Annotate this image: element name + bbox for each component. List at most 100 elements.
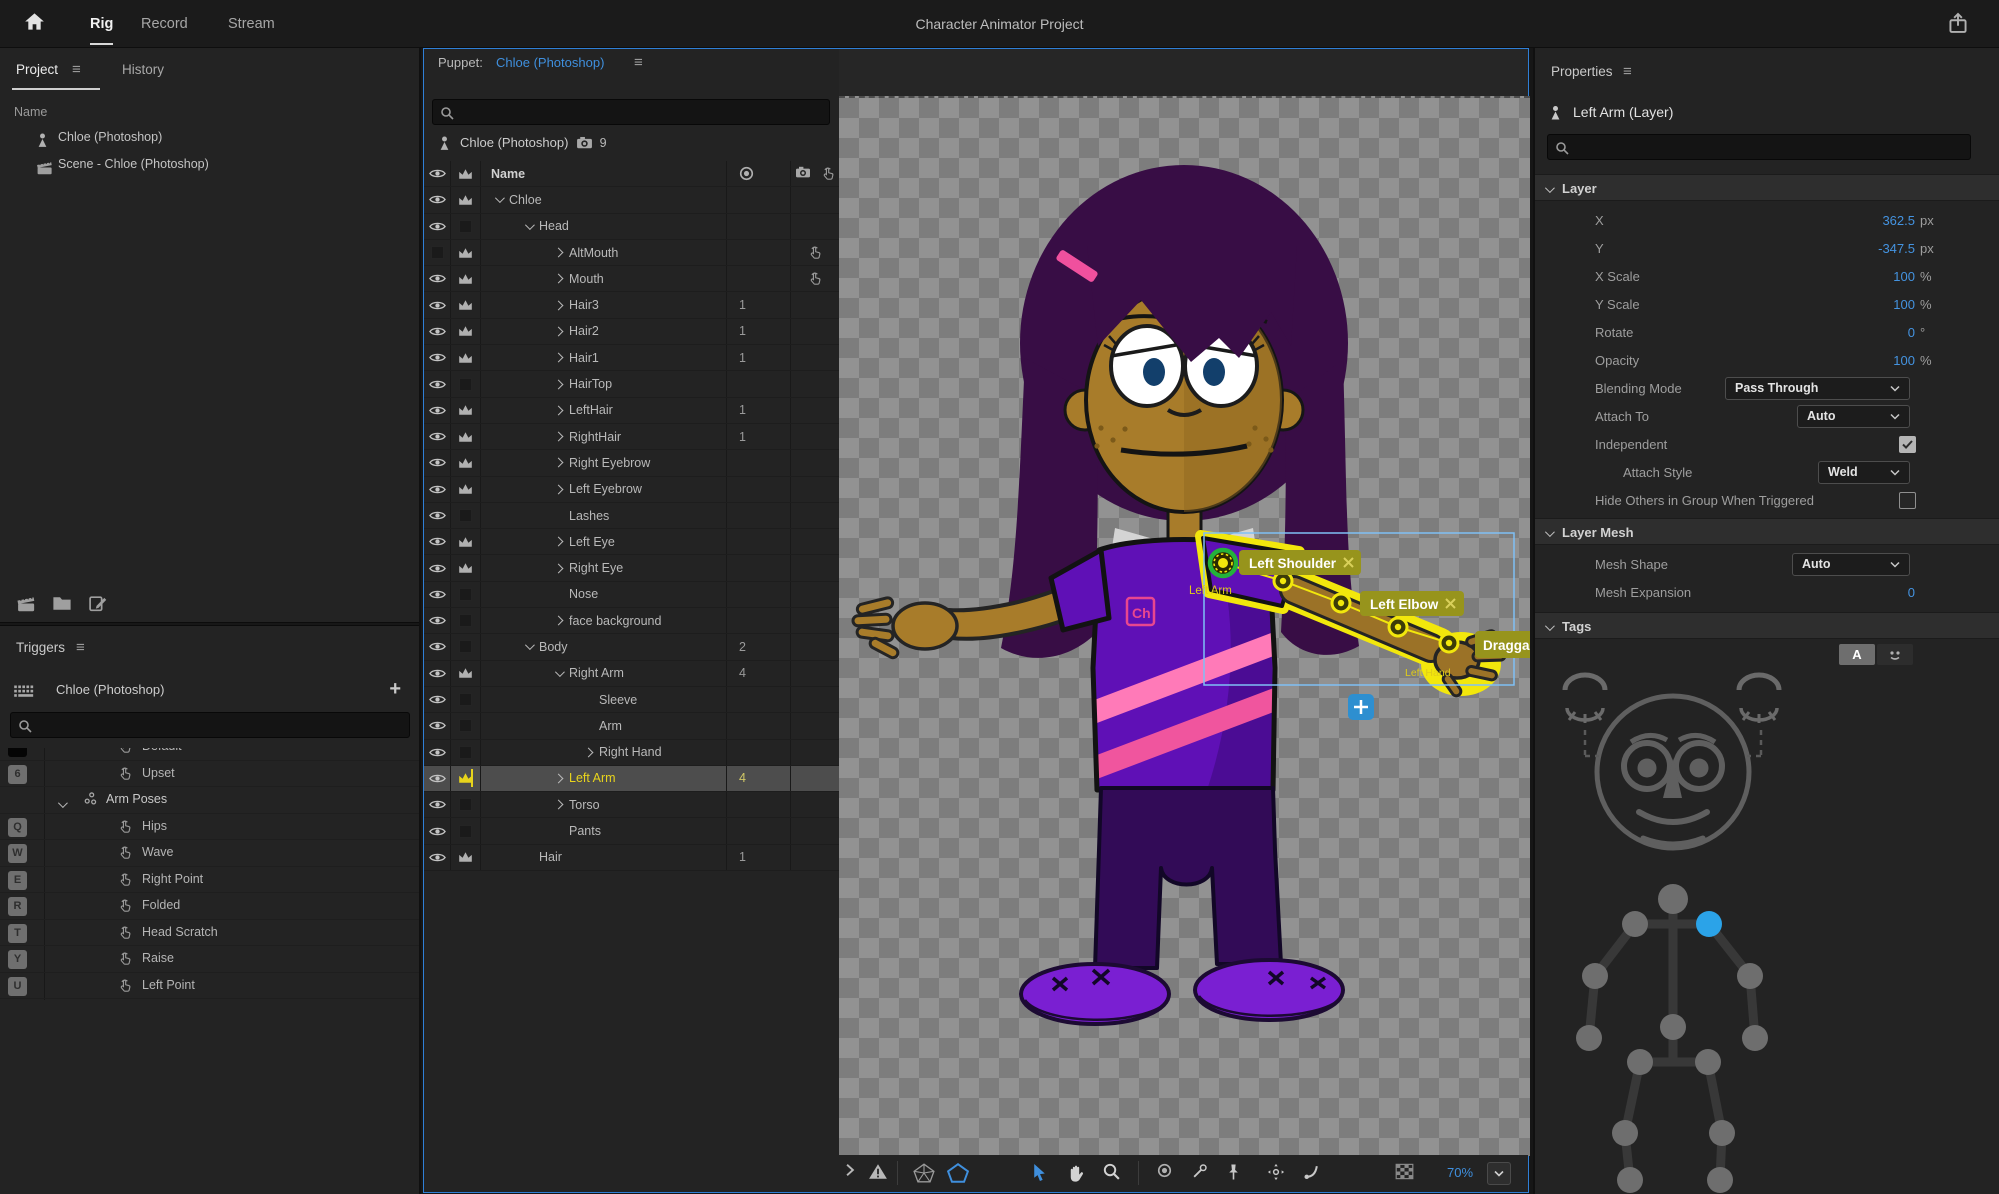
crown-icon[interactable] xyxy=(451,318,481,345)
eye-icon[interactable] xyxy=(424,686,451,713)
mesh-icon[interactable] xyxy=(913,1163,935,1186)
chevron-right-icon[interactable] xyxy=(553,799,564,810)
chevron-right-icon[interactable] xyxy=(553,247,564,258)
project-panel-menu-icon[interactable]: ≡ xyxy=(72,61,81,78)
property-value[interactable]: 100 xyxy=(1893,269,1915,284)
eye-column-icon[interactable] xyxy=(424,161,451,187)
trigger-key-badge[interactable]: Q xyxy=(8,817,27,837)
puppet-root-row[interactable]: Chloe (Photoshop) 9 xyxy=(424,129,839,159)
zoom-level[interactable]: 70% xyxy=(1447,1165,1473,1180)
trigger-key-badge[interactable]: Y xyxy=(8,950,27,969)
eye-icon[interactable] xyxy=(424,792,451,818)
crown-icon[interactable] xyxy=(451,450,481,476)
chevron-right-icon[interactable] xyxy=(553,352,564,363)
chevron-right-icon[interactable] xyxy=(553,379,564,389)
eye-icon[interactable] xyxy=(424,765,451,792)
eye-icon[interactable] xyxy=(424,371,451,397)
crown-icon[interactable] xyxy=(451,765,481,792)
no-crown-box[interactable] xyxy=(451,634,481,660)
tree-row[interactable]: Sleeve xyxy=(424,686,839,714)
trigger-row[interactable]: E Right Point xyxy=(0,867,419,893)
tree-row[interactable]: HairTop xyxy=(424,371,839,398)
no-crown-box[interactable] xyxy=(451,713,481,739)
crown-icon[interactable] xyxy=(451,239,481,266)
trigger-key-badge[interactable]: W xyxy=(8,844,27,863)
eye-icon[interactable] xyxy=(424,660,451,686)
section-layer-mesh[interactable]: Layer Mesh xyxy=(1535,518,1999,545)
no-crown-box[interactable] xyxy=(451,581,481,608)
add-handle-button[interactable] xyxy=(1348,694,1374,720)
chevron-down-icon[interactable] xyxy=(524,219,535,230)
tag-left-shoulder[interactable]: Left Shoulder xyxy=(1239,550,1361,575)
tree-row[interactable]: Left Eyebrow xyxy=(424,476,839,503)
property-checkbox[interactable] xyxy=(1899,491,1916,509)
handle-tool-icon[interactable] xyxy=(1303,1163,1320,1183)
trigger-row[interactable]: R Folded xyxy=(0,893,419,920)
outline-icon[interactable] xyxy=(946,1162,970,1186)
keyboard-icon[interactable] xyxy=(13,684,37,702)
add-trigger-button[interactable]: + xyxy=(389,678,401,701)
tag-left-elbow[interactable]: Left Elbow xyxy=(1360,591,1464,616)
new-folder-icon[interactable] xyxy=(52,595,72,614)
crown-icon[interactable] xyxy=(451,397,481,423)
eye-icon[interactable] xyxy=(424,634,451,660)
property-value[interactable]: -347.5 xyxy=(1878,241,1915,256)
eye-icon[interactable] xyxy=(424,318,451,345)
tree-row[interactable]: Right Hand xyxy=(424,739,839,766)
tree-row[interactable]: Mouth xyxy=(424,266,839,293)
tree-row[interactable]: Right Eye xyxy=(424,555,839,582)
eye-icon[interactable] xyxy=(424,187,451,213)
camera-column-icon[interactable] xyxy=(795,166,811,181)
tree-row[interactable]: Hair3 1 xyxy=(424,292,839,319)
eye-icon[interactable] xyxy=(424,423,451,450)
no-crown-box[interactable] xyxy=(451,213,481,239)
project-column-header[interactable]: Name xyxy=(14,105,47,119)
properties-search-input[interactable] xyxy=(1574,135,1966,159)
property-dropdown[interactable]: Auto xyxy=(1792,552,1910,576)
tree-row[interactable]: Lashes xyxy=(424,502,839,530)
tree-row[interactable]: Head xyxy=(424,213,839,240)
tree-row[interactable]: LeftHair 1 xyxy=(424,397,839,424)
chevron-right-icon[interactable] xyxy=(583,747,594,758)
crown-icon[interactable] xyxy=(451,529,481,555)
chevron-down-icon[interactable] xyxy=(554,666,565,677)
eye-icon[interactable] xyxy=(424,739,451,765)
property-value[interactable]: 0 xyxy=(1908,325,1915,340)
property-dropdown[interactable]: Weld xyxy=(1818,460,1910,484)
trigger-group-row[interactable]: Arm Poses xyxy=(0,787,419,814)
no-crown-box[interactable] xyxy=(451,739,481,765)
tree-row[interactable]: Pants xyxy=(424,818,839,845)
elbow-pin[interactable] xyxy=(1387,616,1409,638)
no-crown-box[interactable] xyxy=(451,792,481,818)
chevron-right-icon[interactable] xyxy=(553,615,564,626)
section-layer[interactable]: Layer xyxy=(1535,174,1999,201)
properties-panel-menu-icon[interactable]: ≡ xyxy=(1623,63,1632,80)
chevron-right-icon[interactable] xyxy=(553,536,564,547)
crown-icon[interactable] xyxy=(451,423,481,450)
eye-icon[interactable] xyxy=(424,397,451,423)
crown-icon[interactable] xyxy=(451,266,481,292)
chevron-down-icon[interactable] xyxy=(524,640,535,651)
handle-column-icon[interactable] xyxy=(791,161,839,186)
tree-row[interactable]: Right Arm 4 xyxy=(424,660,839,687)
no-crown-box[interactable] xyxy=(451,502,481,529)
trigger-icon[interactable] xyxy=(791,240,839,265)
tree-row[interactable]: Hair1 1 xyxy=(424,345,839,372)
puppet-panel-menu-icon[interactable]: ≡ xyxy=(634,54,643,71)
tab-project[interactable]: Project xyxy=(16,62,58,77)
property-checkbox[interactable] xyxy=(1899,435,1916,453)
property-value[interactable]: 100 xyxy=(1893,297,1915,312)
zoom-tool-icon[interactable] xyxy=(1103,1163,1120,1183)
no-crown-box[interactable] xyxy=(451,371,481,397)
puppet-name-link[interactable]: Chloe (Photoshop) xyxy=(496,55,604,70)
warning-icon[interactable] xyxy=(868,1163,888,1183)
share-icon[interactable] xyxy=(1947,12,1969,37)
eye-icon[interactable] xyxy=(424,844,451,871)
new-item-icon[interactable] xyxy=(88,595,108,615)
eye-icon[interactable] xyxy=(424,213,451,239)
property-dropdown[interactable]: Auto xyxy=(1797,404,1910,428)
puppet-search-input[interactable] xyxy=(459,100,825,124)
trigger-row[interactable]: 6 Upset xyxy=(0,761,419,787)
eye-icon[interactable] xyxy=(424,581,451,608)
trigger-row[interactable]: T Head Scratch xyxy=(0,920,419,946)
